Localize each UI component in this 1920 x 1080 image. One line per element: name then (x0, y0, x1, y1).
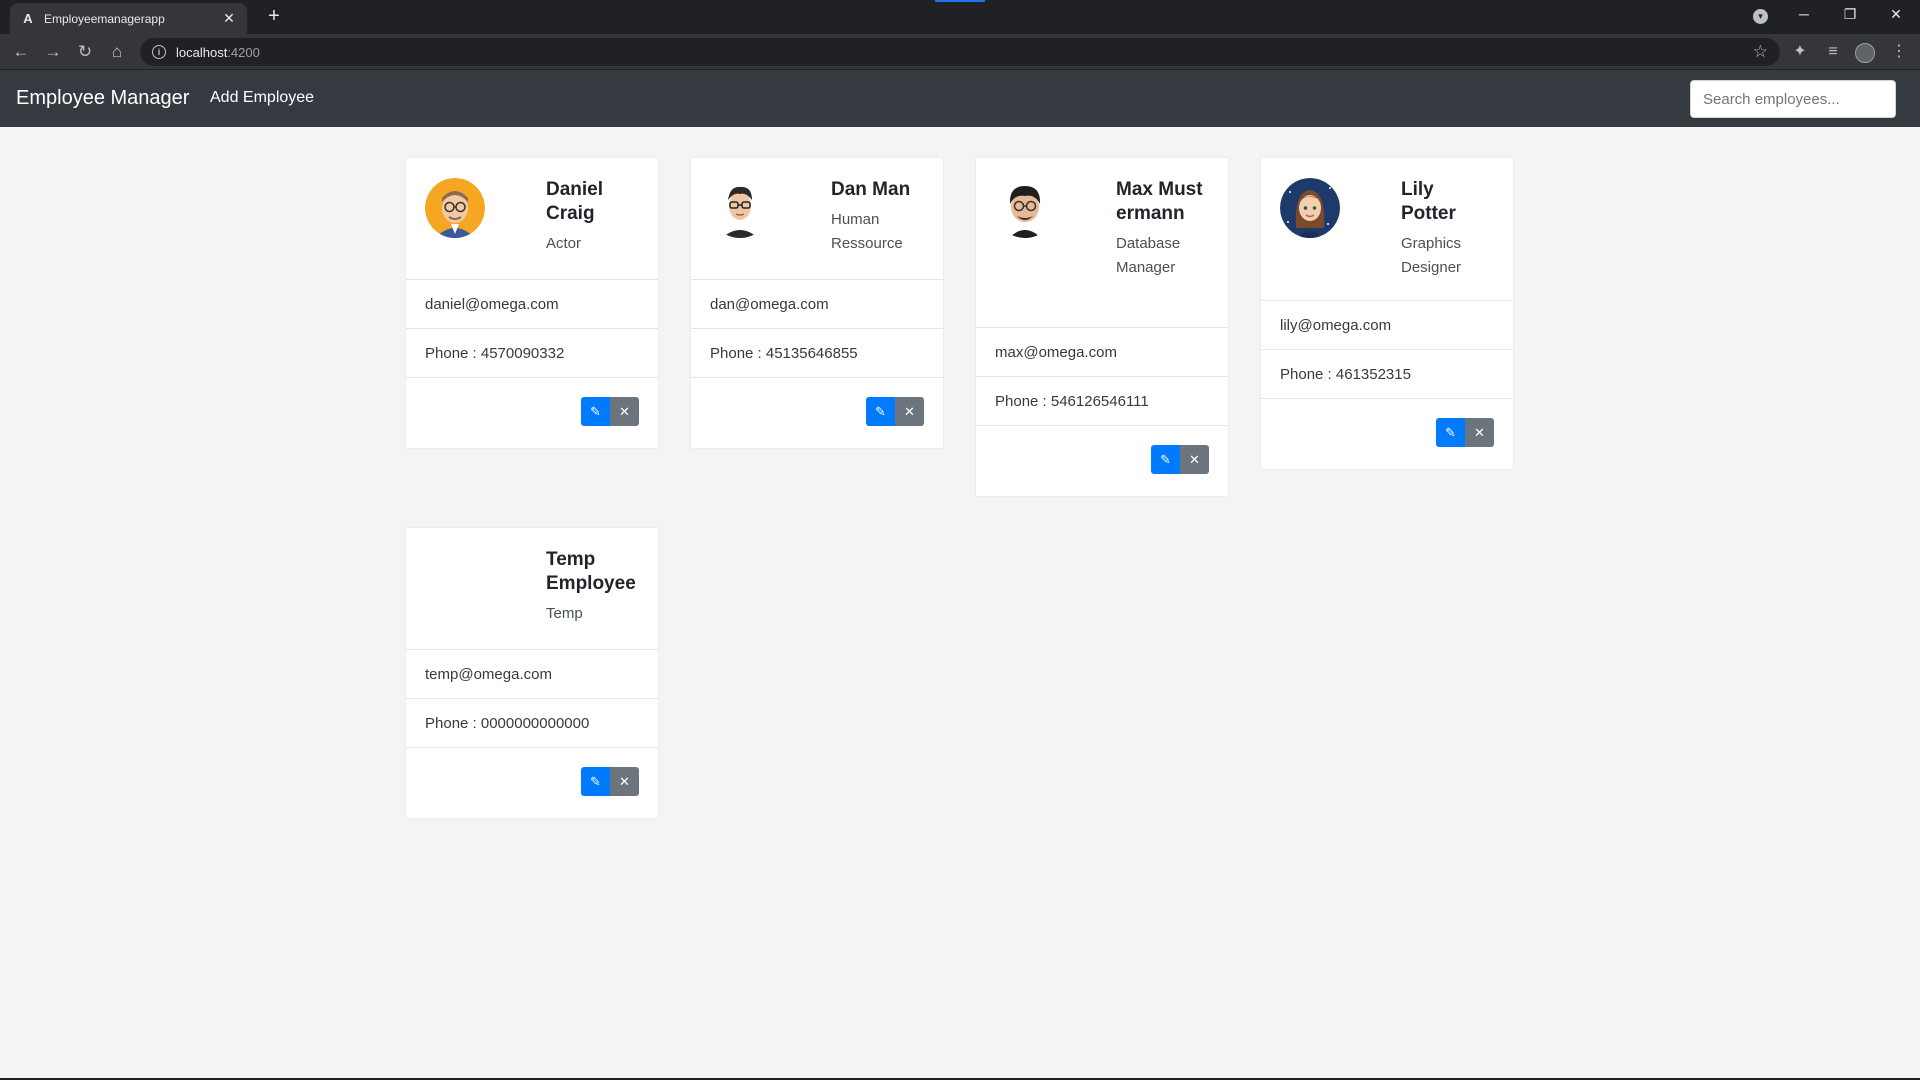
reading-list-icon[interactable]: ≡ (1822, 41, 1844, 63)
pencil-icon: ✎ (590, 773, 601, 789)
tab-title: Employeemanagerapp (44, 11, 165, 26)
employee-email: temp@omega.com (406, 650, 658, 699)
employee-card: Dan Man Human Ressource dan@omega.com Ph… (690, 157, 944, 449)
card-header: Max Mustermann Database Manager (976, 158, 1228, 328)
bookmark-star-icon[interactable]: ☆ (1753, 42, 1768, 62)
employee-job-title: Graphics Designer (1401, 235, 1462, 276)
card-actions: ✎ ✕ (1436, 418, 1494, 447)
app-navbar: Employee Manager Add Employee (0, 70, 1920, 127)
employee-name: Max Mustermann (1116, 179, 1203, 224)
delete-employee-button[interactable]: ✕ (1180, 445, 1209, 474)
pencil-icon: ✎ (1445, 424, 1456, 440)
browser-toolbar: ← → ↻ ⌂ i localhost:4200 ☆ ✦ ≡ ⋮ (0, 34, 1920, 70)
employee-job-title: Human Ressource (831, 211, 903, 252)
browser-tab-bar: A Employeemanagerapp ✕ + ▾ ─ ❐ ✕ (0, 0, 1920, 34)
card-footer: ✎ ✕ (406, 748, 658, 818)
card-header: Temp Employee Temp (406, 528, 658, 650)
brand-title[interactable]: Employee Manager (16, 87, 189, 110)
employee-name: Temp Employee (546, 549, 636, 594)
employee-phone: Phone : 45135646855 (691, 329, 943, 378)
profile-avatar-icon[interactable] (1855, 43, 1875, 63)
delete-employee-button[interactable]: ✕ (895, 397, 924, 426)
times-icon: ✕ (619, 403, 630, 419)
reload-icon[interactable]: ↻ (74, 41, 96, 63)
pencil-icon: ✎ (590, 403, 601, 419)
times-icon: ✕ (1189, 451, 1200, 467)
card-actions: ✎ ✕ (581, 397, 639, 426)
edit-employee-button[interactable]: ✎ (581, 397, 610, 426)
times-icon: ✕ (1474, 424, 1485, 440)
avatar-max-icon (995, 178, 1055, 238)
edit-employee-button[interactable]: ✎ (1436, 418, 1465, 447)
card-actions: ✎ ✕ (581, 767, 639, 796)
home-icon[interactable]: ⌂ (106, 41, 128, 63)
employee-name: Daniel Craig (546, 179, 604, 224)
employee-email: daniel@omega.com (406, 280, 658, 329)
restore-icon[interactable]: ❐ (1838, 6, 1862, 23)
card-header: Lily Potter Graphics Designer (1261, 158, 1513, 301)
employee-phone: Phone : 4570090332 (406, 329, 658, 378)
card-actions: ✎ ✕ (866, 397, 924, 426)
employee-name: Lily Potter (1401, 179, 1456, 224)
employee-email: lily@omega.com (1261, 301, 1513, 350)
employee-phone: Phone : 0000000000000 (406, 699, 658, 748)
employee-card: Temp Employee Temp temp@omega.com Phone … (405, 527, 659, 819)
menu-kebab-icon[interactable]: ⋮ (1888, 41, 1910, 63)
employee-name: Dan Man (831, 179, 911, 200)
times-icon: ✕ (619, 773, 630, 789)
card-footer: ✎ ✕ (406, 378, 658, 448)
employee-job-title: Temp (546, 605, 583, 622)
back-icon[interactable]: ← (10, 41, 32, 63)
employee-email: max@omega.com (976, 328, 1228, 377)
card-header: Daniel Craig Actor (406, 158, 658, 280)
pencil-icon: ✎ (1160, 451, 1171, 467)
card-actions: ✎ ✕ (1151, 445, 1209, 474)
site-info-icon[interactable]: i (152, 45, 166, 59)
url-text: localhost:4200 (176, 44, 260, 60)
card-footer: ✎ ✕ (691, 378, 943, 448)
new-tab-icon[interactable]: + (262, 5, 286, 28)
search-input[interactable] (1690, 80, 1896, 118)
employee-job-title: Actor (546, 235, 582, 252)
pencil-icon: ✎ (875, 403, 886, 419)
employee-card: Daniel Craig Actor daniel@omega.com Phon… (405, 157, 659, 449)
delete-employee-button[interactable]: ✕ (610, 397, 639, 426)
card-footer: ✎ ✕ (1261, 399, 1513, 469)
card-footer: ✎ ✕ (976, 426, 1228, 496)
tab-strip-indicator (935, 0, 985, 2)
avatar-lily-icon (1280, 178, 1340, 238)
employee-job-title: Database Manager (1116, 235, 1181, 276)
window-close-icon[interactable]: ✕ (1884, 6, 1908, 23)
minimize-icon[interactable]: ─ (1792, 6, 1816, 22)
forward-icon[interactable]: → (42, 41, 64, 63)
employee-phone: Phone : 546126546111 (976, 377, 1228, 426)
employee-email: dan@omega.com (691, 280, 943, 329)
address-bar[interactable]: i localhost:4200 ☆ (140, 38, 1780, 66)
add-employee-link[interactable]: Add Employee (210, 89, 314, 107)
edit-employee-button[interactable]: ✎ (581, 767, 610, 796)
avatar-dan-icon (710, 178, 770, 238)
avatar-daniel-icon (425, 178, 485, 238)
employee-card: Lily Potter Graphics Designer lily@omega… (1260, 157, 1514, 470)
employee-card: Max Mustermann Database Manager max@omeg… (975, 157, 1229, 497)
angular-favicon-icon: A (23, 11, 33, 26)
edit-employee-button[interactable]: ✎ (1151, 445, 1180, 474)
employee-phone: Phone : 461352315 (1261, 350, 1513, 399)
browser-tab[interactable]: A Employeemanagerapp ✕ (10, 3, 247, 34)
edit-employee-button[interactable]: ✎ (866, 397, 895, 426)
tab-close-icon[interactable]: ✕ (221, 10, 237, 27)
delete-employee-button[interactable]: ✕ (1465, 418, 1494, 447)
times-icon: ✕ (904, 403, 915, 419)
tab-search-icon[interactable]: ▾ (1753, 9, 1768, 24)
card-header: Dan Man Human Ressource (691, 158, 943, 280)
avatar-placeholder (425, 548, 485, 608)
extensions-icon[interactable]: ✦ (1789, 41, 1811, 63)
delete-employee-button[interactable]: ✕ (610, 767, 639, 796)
